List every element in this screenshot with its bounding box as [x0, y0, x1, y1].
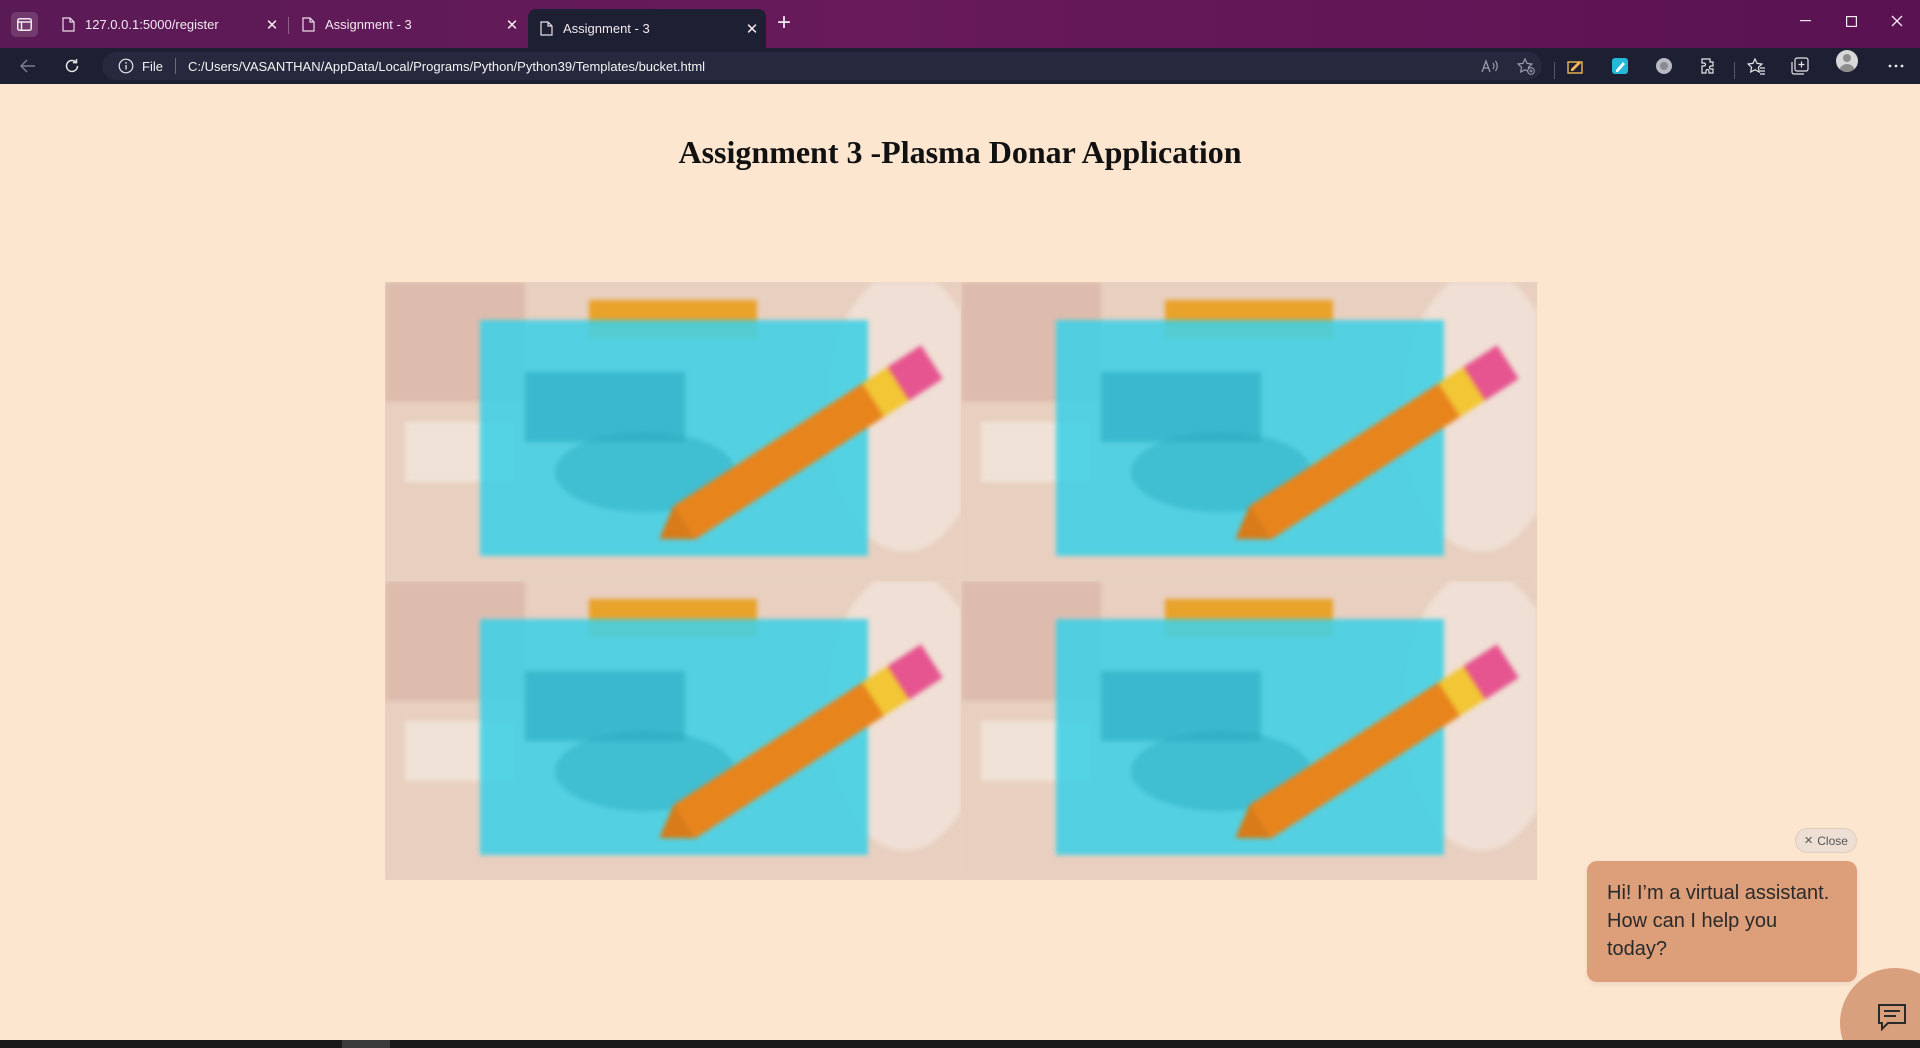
close-window-button[interactable] — [1874, 0, 1920, 42]
chat-close-label: Close — [1817, 833, 1848, 848]
tab-title: 127.0.0.1:5000/register — [85, 17, 219, 32]
page-title: Assignment 3 -Plasma Donar Application — [678, 134, 1242, 170]
toolbar-divider — [1734, 62, 1735, 79]
close-icon: ✕ — [1804, 835, 1814, 847]
site-info-button[interactable]: File — [118, 58, 163, 74]
read-aloud-icon — [1481, 59, 1498, 73]
bucket-image-3 — [385, 581, 961, 880]
toolbar-divider — [1554, 62, 1555, 79]
profile-icon[interactable] — [1836, 50, 1858, 72]
tab-assignment-3[interactable]: Assignment - 3 ✕ — [290, 8, 526, 41]
tab-actions-icon — [17, 18, 32, 31]
browser-toolbar: File C:/Users/VASANTHAN/AppData/Local/Pr… — [0, 48, 1920, 84]
tab-close-icon[interactable]: ✕ — [258, 16, 286, 34]
scheme-label: File — [142, 58, 163, 74]
reading-button[interactable] — [1564, 54, 1588, 78]
tab-register[interactable]: 127.0.0.1:5000/register ✕ — [50, 8, 286, 41]
extensions-icon — [1701, 58, 1714, 74]
maximize-button[interactable] — [1828, 0, 1874, 42]
extensions-button[interactable] — [1696, 54, 1720, 78]
url-text[interactable]: C:/Users/VASANTHAN/AppData/Local/Program… — [188, 59, 705, 74]
minimize-icon — [1799, 20, 1811, 22]
bucket-artwork — [961, 282, 1537, 581]
refresh-button[interactable] — [60, 54, 84, 78]
tab-divider — [288, 17, 289, 34]
back-icon — [20, 59, 35, 73]
page-icon — [540, 21, 553, 36]
extension-button[interactable] — [1608, 54, 1632, 78]
tab-close-icon[interactable]: ✕ — [498, 16, 526, 34]
address-divider — [174, 58, 176, 74]
favorites-button[interactable] — [1744, 54, 1768, 78]
minimize-button[interactable] — [1782, 0, 1828, 42]
close-icon — [1891, 15, 1903, 27]
favorites-icon — [1746, 57, 1765, 75]
maximize-icon — [1845, 15, 1857, 27]
more-button[interactable] — [1884, 54, 1908, 78]
circle-extension-button[interactable] — [1652, 54, 1676, 78]
add-favorite-button[interactable] — [1514, 54, 1538, 78]
taskbar — [0, 1040, 1920, 1048]
tab-title: Assignment - 3 — [563, 21, 650, 36]
collections-button[interactable] — [1788, 54, 1812, 78]
address-bar[interactable]: File C:/Users/VASANTHAN/AppData/Local/Pr… — [102, 52, 1542, 80]
bucket-image-1 — [385, 282, 961, 581]
refresh-icon — [65, 59, 79, 73]
new-tab-button[interactable]: + — [772, 10, 796, 38]
bucket-image-grid — [385, 282, 1537, 880]
chat-close-button[interactable]: ✕ Close — [1795, 828, 1857, 853]
bucket-image-2 — [961, 282, 1537, 581]
bucket-image-4 — [961, 581, 1537, 880]
read-aloud-button[interactable] — [1478, 54, 1502, 78]
add-favorite-icon — [1517, 57, 1535, 75]
collections-icon — [1791, 57, 1809, 75]
chat-message[interactable]: Hi! I’m a virtual assistant. How can I h… — [1587, 861, 1857, 982]
reading-icon — [1567, 61, 1583, 74]
bucket-artwork — [961, 581, 1537, 880]
extension-icon — [1612, 58, 1628, 74]
info-icon — [118, 58, 134, 74]
page-icon — [302, 17, 315, 32]
back-button[interactable] — [16, 54, 40, 78]
taskbar-indicator — [342, 1040, 390, 1048]
browser-title-bar: 127.0.0.1:5000/register ✕ Assignment - 3… — [0, 0, 1920, 48]
more-icon — [1888, 64, 1904, 68]
page-icon — [62, 17, 75, 32]
tab-assignment-3-active[interactable]: Assignment - 3 ✕ — [528, 9, 766, 48]
chat-icon — [1878, 1004, 1906, 1031]
bucket-artwork — [385, 282, 961, 581]
tab-close-icon[interactable]: ✕ — [738, 20, 766, 38]
circle-extension-icon — [1656, 58, 1672, 74]
tab-title: Assignment - 3 — [325, 17, 412, 32]
bucket-artwork — [385, 581, 961, 880]
tab-actions-button[interactable] — [11, 12, 38, 37]
